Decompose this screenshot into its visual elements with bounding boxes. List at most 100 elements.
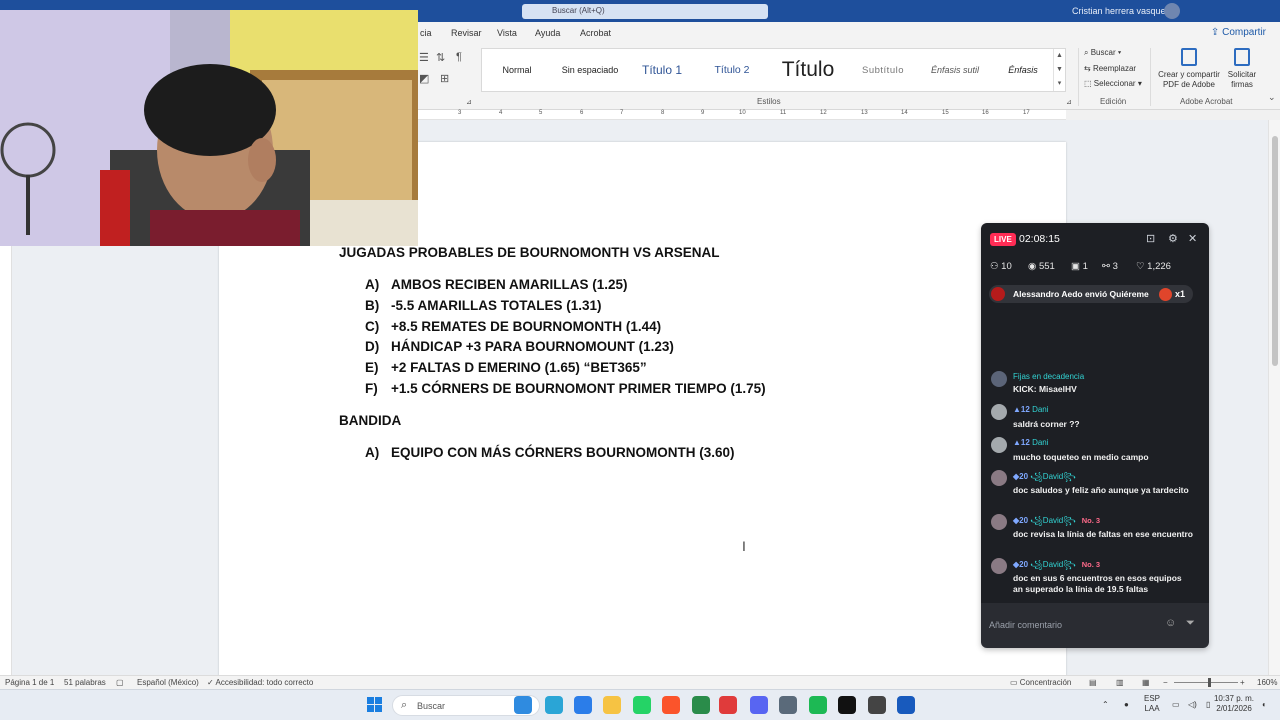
list-item[interactable]: +1.5 CÓRNERS DE BOURNOMONT PRIMER TIEMPO… (391, 381, 766, 396)
list-item[interactable]: HÁNDICAP +3 PARA BOURNOMOUNT (1.23) (391, 339, 674, 354)
user-avatar[interactable] (1164, 3, 1180, 19)
style-titulo[interactable]: Título (768, 49, 848, 91)
chat-username[interactable]: Fijas en decadencia (1013, 372, 1084, 381)
brave-icon[interactable] (662, 696, 680, 714)
discord-icon[interactable] (750, 696, 768, 714)
document-scrollbar[interactable] (1268, 120, 1280, 675)
volume-icon[interactable]: ◁) (1188, 700, 1197, 710)
close-icon[interactable]: ✕ (1188, 232, 1197, 245)
notifications-icon[interactable]: ◐ (1262, 700, 1267, 710)
page-count[interactable]: Página 1 de 1 (5, 678, 54, 687)
chat-messages[interactable]: Fijas en decadencia KICK: MisaelHV ▲12 D… (981, 363, 1209, 603)
chat-username[interactable]: Dani (1032, 438, 1048, 447)
battery-icon[interactable]: ▯ (1206, 700, 1210, 710)
chat-username[interactable]: ꧁David꧂ (1030, 560, 1075, 569)
windows-start-icon[interactable] (367, 697, 383, 713)
style-subtitulo[interactable]: Subtítulo (848, 49, 918, 91)
list-item[interactable]: AMBOS RECIBEN AMARILLAS (1.25) (391, 277, 628, 292)
title-search-box[interactable]: Buscar (Alt+Q) (522, 4, 768, 19)
create-pdf-button[interactable]: Crear y compartir PDF de Adobe (1156, 48, 1222, 90)
tiktok-icon[interactable] (838, 696, 856, 714)
document-subheading[interactable]: BANDIDA (339, 413, 401, 428)
document-heading[interactable]: JUGADAS PROBABLES DE BOURNOMONTH VS ARSE… (339, 245, 720, 260)
select-button[interactable]: ⬚ Seleccionar ▾ (1084, 79, 1142, 88)
lock-icon[interactable]: ⊡ (1146, 232, 1155, 245)
tab-referencias[interactable]: cia (420, 28, 432, 38)
word-count[interactable]: 51 palabras (64, 678, 106, 687)
obs-icon[interactable] (868, 696, 886, 714)
edge-icon[interactable] (545, 696, 563, 714)
collapse-ribbon-icon[interactable]: ⌄ (1268, 92, 1276, 103)
network-icon[interactable]: ▭ (1172, 700, 1180, 710)
live-chat-panel: LIVE 02:08:15 ⊡ ⚙ ✕ ⚇ 10 ◉ 551 ▣ 1 ⚯ 3 ♡… (981, 223, 1209, 648)
tab-revisar[interactable]: Revisar (451, 28, 482, 38)
paragraph-launcher-icon[interactable]: ⊿ (466, 98, 472, 106)
style-sin-espaciado[interactable]: Sin espaciado (552, 49, 628, 91)
list-icon[interactable]: ☰ (419, 51, 429, 64)
widgets-icon[interactable] (514, 696, 532, 714)
style-enfasis-sutil[interactable]: Énfasis sutil (918, 49, 992, 91)
tab-acrobat[interactable]: Acrobat (580, 28, 611, 38)
shading-icon[interactable]: ◩ (419, 72, 429, 85)
emoji-icon[interactable]: ☺ (1165, 617, 1176, 629)
styles-launcher-icon[interactable]: ⊿ (1066, 98, 1072, 106)
word-icon[interactable] (897, 696, 915, 714)
text-app-icon[interactable] (719, 696, 737, 714)
style-normal[interactable]: Normal (482, 49, 552, 91)
list-item[interactable]: EQUIPO CON MÁS CÓRNERS BOURNOMONTH (3.60… (391, 445, 735, 460)
chat-username[interactable]: ꧁David꧂ (1030, 516, 1075, 525)
style-titulo-2[interactable]: Título 2 (696, 49, 768, 91)
style-titulo-1[interactable]: Título 1 (628, 49, 696, 91)
zoom-out-icon[interactable]: − (1163, 678, 1168, 687)
settings-icon[interactable]: ⚙ (1168, 232, 1178, 245)
whatsapp-icon[interactable] (633, 696, 651, 714)
gallery-up-icon[interactable]: ▲ (1054, 49, 1065, 63)
microphone-icon[interactable]: ● (1124, 700, 1129, 710)
ruler-number: 15 (942, 110, 949, 116)
replace-button[interactable]: ⇆ Reemplazar (1084, 64, 1136, 73)
list-item[interactable]: +2 FALTAS D EMERINO (1.65) “BET365” (391, 360, 647, 375)
zoom-in-icon[interactable]: + (1240, 678, 1245, 687)
chat-username[interactable]: ꧁David꧂ (1030, 472, 1075, 481)
accessibility-status[interactable]: ✓ Accesibilidad: todo correcto (207, 678, 313, 687)
list-letter: A) (365, 277, 380, 292)
spotify-icon[interactable] (809, 696, 827, 714)
pilcrow-icon[interactable]: ¶ (456, 51, 462, 63)
filter-icon[interactable]: ⏷ (1186, 617, 1195, 630)
clock[interactable]: 10:37 p. m. 2/01/2026 (1212, 694, 1256, 714)
zoom-level[interactable]: 160% (1257, 678, 1277, 687)
language-indicator[interactable]: Español (México) (137, 678, 199, 687)
request-signatures-button[interactable]: Solicitar firmas (1224, 48, 1260, 90)
scrollbar-thumb[interactable] (1272, 136, 1278, 366)
style-enfasis[interactable]: Énfasis (992, 49, 1054, 91)
sort-icon[interactable]: ⇅ (436, 51, 445, 64)
tab-ayuda[interactable]: Ayuda (535, 28, 560, 38)
calculator-icon[interactable] (779, 696, 797, 714)
gallery-down-icon[interactable]: ▼ (1054, 63, 1065, 77)
comment-input[interactable] (989, 615, 1173, 635)
print-layout-icon[interactable]: ▥ (1116, 678, 1124, 687)
horizontal-ruler[interactable]: 3 4 5 6 7 8 9 10 11 12 13 14 15 16 17 (418, 110, 1066, 120)
styles-gallery-scroll[interactable]: ▲ ▼ ▾ (1053, 49, 1065, 91)
file-explorer-icon[interactable] (603, 696, 621, 714)
read-mode-icon[interactable]: ▤ (1089, 678, 1097, 687)
chrome-icon[interactable] (692, 696, 710, 714)
app-icon[interactable] (574, 696, 592, 714)
find-button[interactable]: ⌕ Buscar ▾ (1084, 48, 1121, 58)
gallery-more-icon[interactable]: ▾ (1054, 77, 1065, 91)
zoom-slider-thumb[interactable] (1208, 678, 1211, 687)
list-item[interactable]: +8.5 REMATES DE BOURNOMONTH (1.44) (391, 319, 661, 334)
proofing-icon[interactable]: ▢ (116, 678, 124, 687)
list-letter: E) (365, 360, 379, 375)
tab-vista[interactable]: Vista (497, 28, 517, 38)
user-name[interactable]: Cristian herrera vasquez (1072, 6, 1170, 16)
zoom-slider[interactable] (1174, 682, 1238, 683)
list-item[interactable]: -5.5 AMARILLAS TOTALES (1.31) (391, 298, 602, 313)
share-button[interactable]: ⇪ Compartir (1211, 27, 1266, 38)
web-layout-icon[interactable]: ▦ (1142, 678, 1150, 687)
borders-icon[interactable]: ⊞ (440, 72, 449, 85)
chat-username[interactable]: Dani (1032, 405, 1048, 414)
tray-chevron-icon[interactable]: ⌃ (1102, 700, 1109, 710)
focus-mode-button[interactable]: ▭ Concentración (1010, 678, 1071, 687)
keyboard-language[interactable]: ESP LAA (1144, 694, 1160, 714)
